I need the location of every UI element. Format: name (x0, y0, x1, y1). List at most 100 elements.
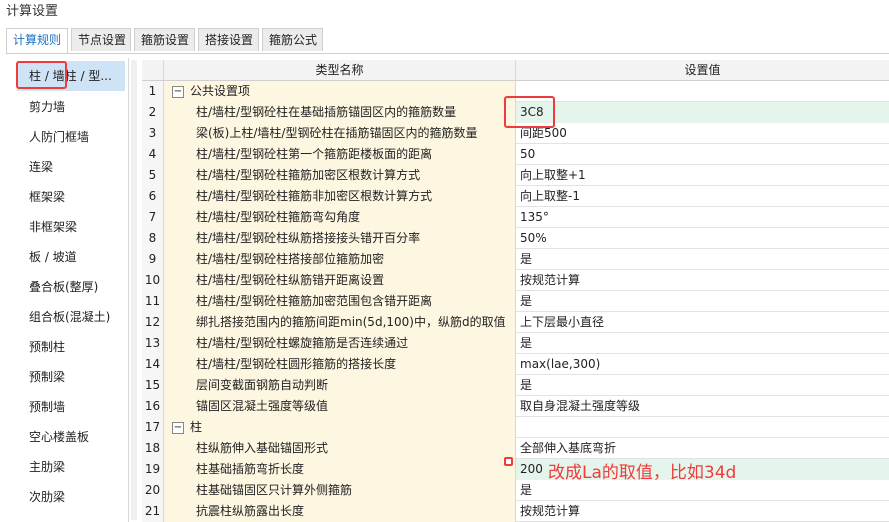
setting-value-cell[interactable]: 3C8 (516, 102, 889, 123)
sidebar-item-civil-defense-door-frame-wall[interactable]: 人防门框墙 (17, 122, 125, 152)
sidebar-item-precast-column[interactable]: 预制柱 (17, 332, 125, 362)
header-number-cell (142, 60, 164, 81)
table-row[interactable]: 7 柱/墙柱/型钢砼柱箍筋弯勾角度 135° (142, 207, 889, 228)
tab-calc-rules[interactable]: 计算规则 (6, 28, 68, 53)
setting-value-cell[interactable]: max(lae,300) (516, 354, 889, 375)
type-name-label: 柱/墙柱/型钢砼柱箍筋加密范围包含错开距离 (196, 294, 433, 308)
type-name-label: 柱/墙柱/型钢砼柱螺旋箍筋是否连续通过 (196, 336, 409, 350)
type-name-label: 柱/墙柱/型钢砼柱纵筋搭接接头错开百分率 (196, 231, 421, 245)
tab-node-settings[interactable]: 节点设置 (71, 28, 131, 51)
setting-value-cell[interactable]: 是 (516, 291, 889, 312)
table-row[interactable]: 16 锚固区混凝土强度等级值 取自身混凝土强度等级 (142, 396, 889, 417)
sidebar-item-main-rib-beam[interactable]: 主肋梁 (17, 452, 125, 482)
type-name-cell: − 柱 (164, 417, 516, 438)
row-number: 20 (142, 480, 164, 501)
row-number: 11 (142, 291, 164, 312)
sidebar-item-slab-ramp[interactable]: 板 / 坡道 (17, 242, 125, 272)
setting-value-cell[interactable]: 是 (516, 375, 889, 396)
sidebar-scrollbar[interactable] (131, 60, 137, 520)
type-name-cell: − 公共设置项 (164, 81, 516, 102)
row-number: 6 (142, 186, 164, 207)
sidebar-item-composite-slab-full[interactable]: 叠合板(整厚) (17, 272, 125, 302)
setting-value-cell[interactable]: 是 (516, 249, 889, 270)
setting-value-cell[interactable]: 全部伸入基底弯折 (516, 438, 889, 459)
sidebar-item-hollow-floor-slab[interactable]: 空心楼盖板 (17, 422, 125, 452)
type-name-cell: 柱/墙柱/型钢砼柱搭接部位箍筋加密 (164, 249, 516, 270)
type-name-cell: 层间变截面钢筋自动判断 (164, 375, 516, 396)
setting-value-cell[interactable]: 向上取整-1 (516, 186, 889, 207)
table-row[interactable]: 13 柱/墙柱/型钢砼柱螺旋箍筋是否连续通过 是 (142, 333, 889, 354)
row-number: 2 (142, 102, 164, 123)
table-row[interactable]: 5 柱/墙柱/型钢砼柱箍筋加密区根数计算方式 向上取整+1 (142, 165, 889, 186)
setting-value-cell[interactable]: 50% (516, 228, 889, 249)
setting-value-cell[interactable] (516, 81, 889, 102)
type-name-label: 柱基础锚固区只计算外侧箍筋 (196, 483, 353, 497)
setting-value-cell[interactable]: 向上取整+1 (516, 165, 889, 186)
sidebar-item-coupling-beam[interactable]: 连梁 (17, 152, 125, 182)
table-row[interactable]: 6 柱/墙柱/型钢砼柱箍筋非加密区根数计算方式 向上取整-1 (142, 186, 889, 207)
sidebar-item-frame-beam[interactable]: 框架梁 (17, 182, 125, 212)
header-type-name[interactable]: 类型名称 (164, 60, 516, 81)
row-number: 1 (142, 81, 164, 102)
row-number: 14 (142, 354, 164, 375)
table-row[interactable]: 18 柱纵筋伸入基础锚固形式 全部伸入基底弯折 (142, 438, 889, 459)
type-name-cell: 柱纵筋伸入基础锚固形式 (164, 438, 516, 459)
table-row[interactable]: 14 柱/墙柱/型钢砼柱圆形箍筋的搭接长度 max(lae,300) (142, 354, 889, 375)
window-title: 计算设置 (6, 4, 59, 19)
row-number: 21 (142, 501, 164, 522)
row-number: 12 (142, 312, 164, 333)
type-name-cell: 抗震柱纵筋露出长度 (164, 501, 516, 522)
collapse-toggle-icon[interactable]: − (172, 421, 184, 434)
type-name-cell: 柱基础插筋弯折长度 (164, 459, 516, 480)
type-name-label: 柱纵筋伸入基础锚固形式 (196, 441, 329, 455)
type-name-cell: 柱/墙柱/型钢砼柱纵筋搭接接头错开百分率 (164, 228, 516, 249)
table-row[interactable]: 19 柱基础插筋弯折长度 200 (142, 459, 889, 480)
header-setting-value[interactable]: 设置值 (516, 60, 889, 81)
type-name-cell: 柱/墙柱/型钢砼柱圆形箍筋的搭接长度 (164, 354, 516, 375)
table-row[interactable]: 21 抗震柱纵筋露出长度 按规范计算 (142, 501, 889, 522)
row-number: 5 (142, 165, 164, 186)
table-row[interactable]: 11 柱/墙柱/型钢砼柱箍筋加密范围包含错开距离 是 (142, 291, 889, 312)
table-row[interactable]: 15 层间变截面钢筋自动判断 是 (142, 375, 889, 396)
setting-value-cell[interactable]: 上下层最小直径 (516, 312, 889, 333)
table-row[interactable]: 8 柱/墙柱/型钢砼柱纵筋搭接接头错开百分率 50% (142, 228, 889, 249)
type-name-label: 公共设置项 (190, 84, 251, 98)
setting-value-cell[interactable]: 取自身混凝土强度等级 (516, 396, 889, 417)
table-row[interactable]: 20 柱基础锚固区只计算外侧箍筋 是 (142, 480, 889, 501)
type-name-label: 层间变截面钢筋自动判断 (196, 378, 329, 392)
sidebar-item-secondary-rib-beam[interactable]: 次肋梁 (17, 482, 125, 512)
sidebar-item-shear-wall[interactable]: 剪力墙 (17, 92, 125, 122)
setting-value-cell[interactable]: 是 (516, 480, 889, 501)
table-row[interactable]: 4 柱/墙柱/型钢砼柱第一个箍筋距楼板面的距离 50 (142, 144, 889, 165)
setting-value-cell[interactable]: 是 (516, 333, 889, 354)
tab-stirrup-settings[interactable]: 箍筋设置 (134, 28, 195, 51)
table-row[interactable]: 9 柱/墙柱/型钢砼柱搭接部位箍筋加密 是 (142, 249, 889, 270)
group-row[interactable]: 17− 柱 (142, 417, 889, 438)
row-number: 4 (142, 144, 164, 165)
table-row[interactable]: 12 绑扎搭接范围内的箍筋间距min(5d,100)中，纵筋d的取值 上下层最小直径 (142, 312, 889, 333)
type-name-label: 柱/墙柱/型钢砼柱箍筋弯勾角度 (196, 210, 361, 224)
row-number: 9 (142, 249, 164, 270)
sidebar-item-non-frame-beam[interactable]: 非框架梁 (17, 212, 125, 242)
sidebar-item-precast-beam[interactable]: 预制梁 (17, 362, 125, 392)
sidebar-item-precast-wall[interactable]: 预制墙 (17, 392, 125, 422)
sidebar-item-composite-slab-concrete[interactable]: 组合板(混凝土) (17, 302, 125, 332)
type-name-cell: 柱/墙柱/型钢砼柱螺旋箍筋是否连续通过 (164, 333, 516, 354)
row-number: 16 (142, 396, 164, 417)
tab-lap-settings[interactable]: 搭接设置 (198, 28, 259, 51)
setting-value-cell[interactable]: 135° (516, 207, 889, 228)
type-name-label: 锚固区混凝土强度等级值 (196, 399, 329, 413)
setting-value-cell[interactable]: 按规范计算 (516, 270, 889, 291)
setting-value-cell[interactable] (516, 417, 889, 438)
setting-value-cell[interactable]: 间距500 (516, 123, 889, 144)
setting-value-cell[interactable]: 50 (516, 144, 889, 165)
type-name-label: 柱/墙柱/型钢砼柱纵筋错开距离设置 (196, 273, 385, 287)
setting-value-cell[interactable]: 按规范计算 (516, 501, 889, 522)
type-name-label: 柱/墙柱/型钢砼柱搭接部位箍筋加密 (196, 252, 385, 266)
collapse-toggle-icon[interactable]: − (172, 85, 184, 98)
type-name-label: 柱/墙柱/型钢砼柱在基础插筋锚固区内的箍筋数量 (196, 105, 457, 119)
row-number: 3 (142, 123, 164, 144)
row-number: 13 (142, 333, 164, 354)
table-row[interactable]: 10 柱/墙柱/型钢砼柱纵筋错开距离设置 按规范计算 (142, 270, 889, 291)
tab-stirrup-formula[interactable]: 箍筋公式 (262, 28, 323, 51)
